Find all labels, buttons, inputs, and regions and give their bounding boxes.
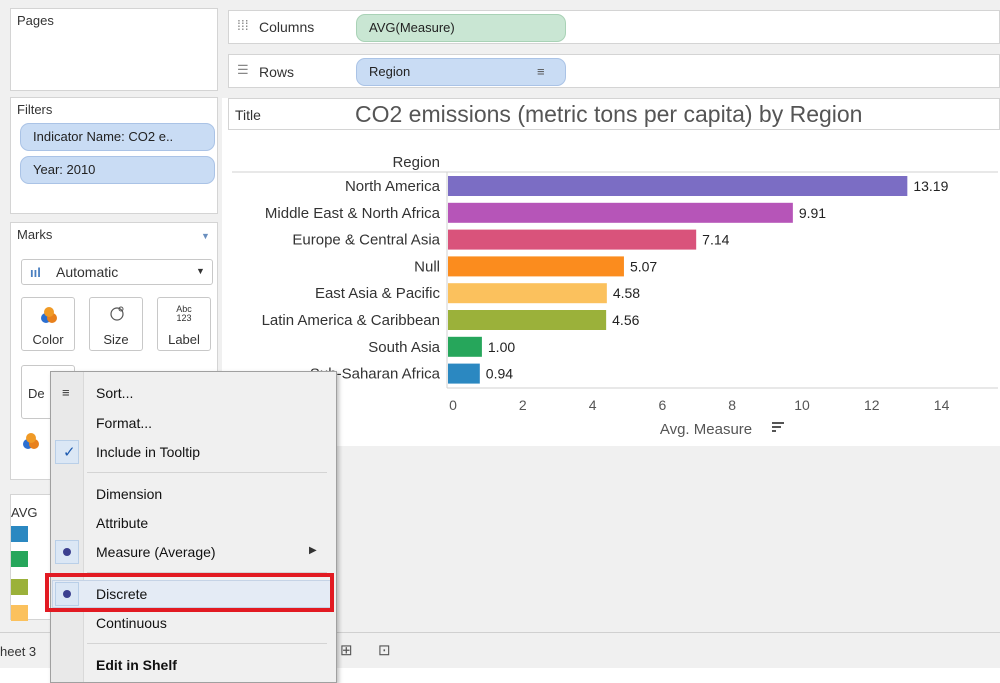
category-label: Null — [414, 258, 440, 275]
bar-value-label: 4.56 — [612, 312, 639, 328]
bar[interactable] — [448, 310, 607, 330]
legend-swatch — [11, 551, 28, 567]
bar[interactable] — [448, 283, 607, 304]
chart-area-below — [228, 446, 1000, 632]
x-tick-label: 0 — [449, 397, 457, 413]
new-story-icon[interactable]: ⊡ — [378, 641, 391, 659]
bar[interactable] — [448, 256, 624, 277]
bar[interactable] — [448, 176, 908, 196]
category-label: South Asia — [368, 339, 440, 356]
menu-item-label: Edit in Shelf — [96, 657, 177, 673]
bar-value-label: 1.00 — [488, 339, 515, 355]
x-tick-label: 4 — [589, 397, 597, 413]
menu-item-dimension[interactable]: Dimension — [52, 480, 333, 508]
check-icon: ✓ — [63, 444, 76, 461]
bar-value-label: 5.07 — [630, 258, 657, 274]
x-tick-label: 6 — [659, 397, 667, 413]
context-menu: ≡ Sort... Format... ✓ Include in Tooltip… — [50, 371, 337, 683]
legend-swatch — [11, 579, 28, 595]
category-label: East Asia & Pacific — [315, 285, 441, 302]
menu-item-label: Format... — [96, 415, 153, 431]
menu-item-measure-average[interactable]: Measure (Average) ▶ — [52, 538, 333, 566]
bar-value-label: 4.58 — [613, 285, 640, 301]
category-label: Middle East & North Africa — [265, 205, 441, 222]
menu-item-include-in-tooltip[interactable]: ✓ Include in Tooltip — [52, 438, 333, 466]
x-tick-label: 2 — [519, 397, 527, 413]
category-label: Latin America & Caribbean — [262, 312, 440, 329]
x-tick-label: 8 — [728, 397, 736, 413]
highlight-annotation-box — [45, 573, 334, 612]
category-label: North America — [345, 178, 441, 195]
sort-icon: ≡ — [62, 385, 70, 400]
menu-item-label: Include in Tooltip — [96, 444, 201, 460]
category-label: Europe & Central Asia — [292, 232, 440, 249]
menu-item-label: Continuous — [96, 615, 167, 631]
sheet-tab[interactable]: heet 3 — [0, 644, 36, 659]
bar[interactable] — [448, 363, 480, 384]
menu-item-label: Dimension — [96, 486, 163, 502]
bar-value-label: 7.14 — [702, 232, 729, 248]
x-tick-label: 12 — [864, 397, 880, 413]
row-header-label: Region — [392, 154, 440, 171]
new-dashboard-icon[interactable]: ⊞ — [340, 641, 353, 659]
menu-item-sort[interactable]: ≡ Sort... — [52, 379, 333, 407]
x-tick-label: 14 — [934, 397, 950, 413]
menu-separator — [87, 472, 327, 473]
bar-value-label: 13.19 — [913, 178, 948, 194]
menu-item-label: Attribute — [96, 515, 149, 531]
bar-value-label: 0.94 — [486, 366, 513, 382]
menu-item-format[interactable]: Format... — [52, 409, 333, 437]
x-axis-label: Avg. Measure — [660, 421, 752, 438]
bar[interactable] — [448, 229, 697, 250]
radio-dot-icon — [63, 548, 71, 556]
menu-item-label: Sort... — [96, 385, 134, 401]
x-axis-sort-icon[interactable] — [772, 422, 784, 432]
menu-item-label: Measure (Average) — [96, 544, 216, 560]
menu-separator — [87, 643, 327, 644]
x-tick-label: 10 — [794, 397, 810, 413]
menu-item-continuous[interactable]: Continuous — [52, 609, 333, 637]
bar[interactable] — [448, 202, 793, 223]
menu-item-edit-in-shelf[interactable]: Edit in Shelf — [52, 651, 333, 679]
bar[interactable] — [448, 336, 482, 357]
legend-title: AVG — [11, 505, 38, 520]
legend-swatch — [11, 605, 28, 621]
legend-swatch — [11, 526, 28, 542]
bar-value-label: 9.91 — [799, 205, 826, 221]
submenu-arrow-icon: ▶ — [309, 545, 317, 556]
menu-item-attribute[interactable]: Attribute — [52, 509, 333, 537]
